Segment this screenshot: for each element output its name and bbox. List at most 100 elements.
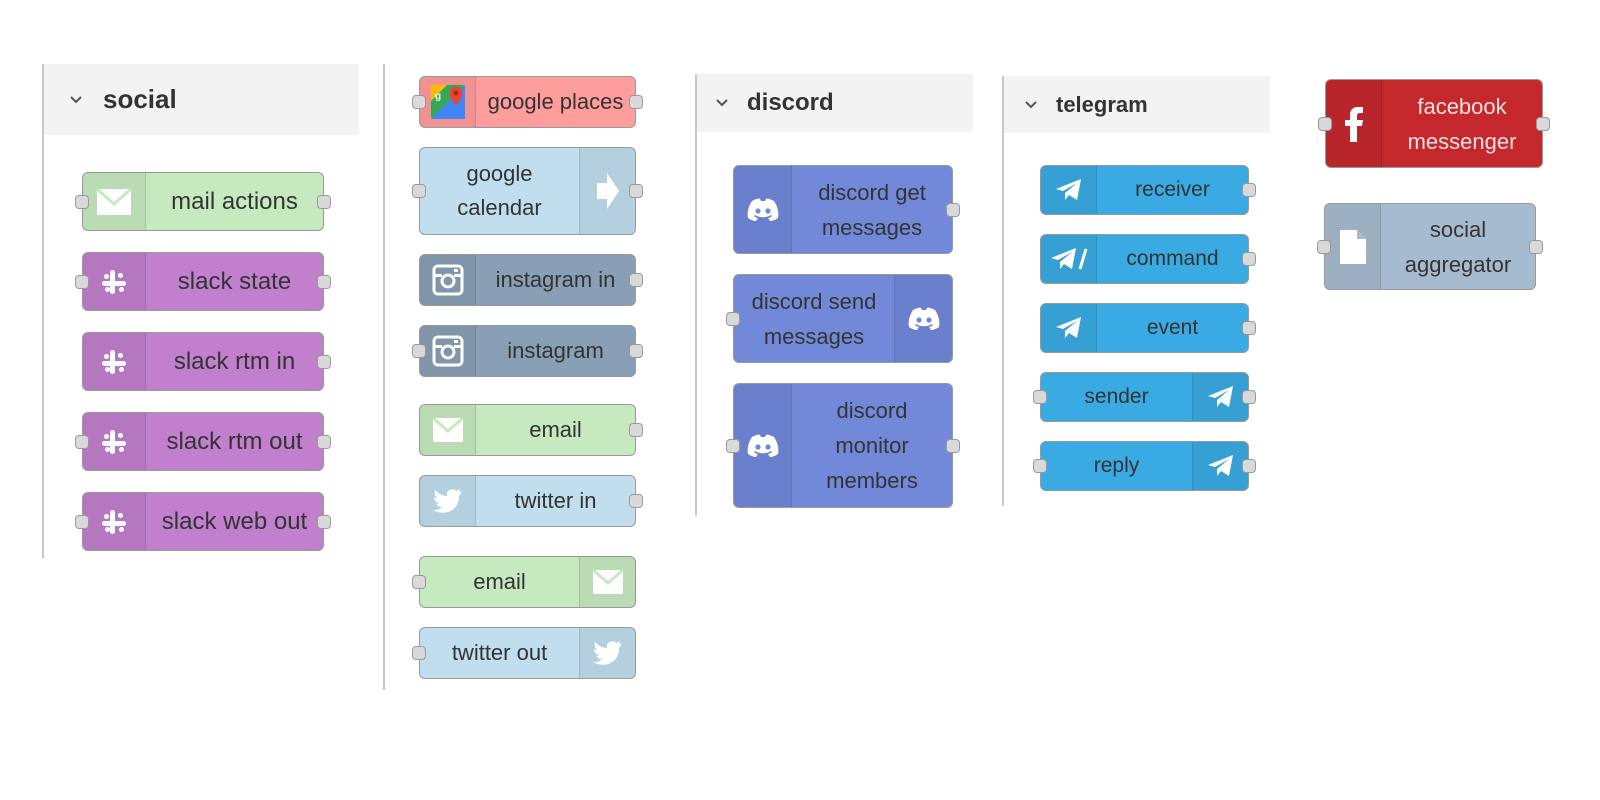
twitter-icon bbox=[420, 476, 476, 526]
input-port[interactable] bbox=[412, 95, 426, 109]
node-label: command bbox=[1126, 247, 1219, 270]
discord-divider bbox=[695, 74, 697, 516]
output-port[interactable] bbox=[629, 273, 643, 287]
discord-icon bbox=[734, 166, 792, 253]
node-telegram-reply[interactable]: reply bbox=[1033, 441, 1256, 491]
input-port[interactable] bbox=[1033, 459, 1047, 473]
envelope-icon bbox=[83, 173, 146, 230]
node-telegram-receiver[interactable]: receiver bbox=[1040, 165, 1256, 215]
category-header-telegram[interactable]: telegram bbox=[1004, 76, 1270, 133]
output-port[interactable] bbox=[946, 438, 960, 453]
input-port[interactable] bbox=[412, 344, 426, 358]
node-label: twitter out bbox=[451, 640, 548, 665]
node-google-calendar[interactable]: google calendar bbox=[412, 147, 643, 235]
output-port[interactable] bbox=[317, 194, 331, 209]
output-port[interactable] bbox=[317, 434, 331, 449]
output-port[interactable] bbox=[1536, 116, 1550, 131]
instagram-icon bbox=[420, 255, 476, 305]
node-twitter-in[interactable]: twitter in bbox=[419, 475, 643, 527]
output-port[interactable] bbox=[629, 344, 643, 358]
output-port[interactable] bbox=[317, 354, 331, 369]
category-title: discord bbox=[747, 89, 834, 116]
node-social-aggregator[interactable]: social aggregator bbox=[1317, 203, 1543, 290]
input-port[interactable] bbox=[412, 646, 426, 660]
node-mail-actions[interactable]: mail actions bbox=[75, 172, 331, 231]
output-port[interactable] bbox=[629, 494, 643, 508]
output-port[interactable] bbox=[1242, 252, 1256, 266]
category-header-discord[interactable]: discord bbox=[697, 74, 973, 132]
category-title: social bbox=[103, 84, 177, 114]
input-port[interactable] bbox=[1318, 116, 1332, 131]
node-label: reply bbox=[1093, 454, 1140, 477]
input-port[interactable] bbox=[75, 434, 89, 449]
output-port[interactable] bbox=[629, 184, 643, 198]
svg-text:g: g bbox=[435, 91, 441, 102]
input-port[interactable] bbox=[412, 575, 426, 589]
slack-icon bbox=[83, 333, 146, 390]
node-label: slack state bbox=[177, 267, 292, 295]
node-email-out[interactable]: email bbox=[412, 556, 636, 608]
input-port[interactable] bbox=[1317, 239, 1331, 254]
output-port[interactable] bbox=[946, 202, 960, 217]
node-facebook-messenger[interactable]: facebook messenger bbox=[1318, 79, 1550, 168]
category-title: telegram bbox=[1056, 91, 1148, 117]
node-label: discord get messages bbox=[818, 179, 926, 240]
node-label: facebook messenger bbox=[1407, 93, 1517, 154]
input-port[interactable] bbox=[75, 274, 89, 289]
output-port[interactable] bbox=[317, 514, 331, 529]
node-label: event bbox=[1146, 316, 1199, 339]
node-label: mail actions bbox=[171, 187, 298, 215]
envelope-icon bbox=[579, 557, 635, 607]
output-port[interactable] bbox=[629, 423, 643, 437]
output-port[interactable] bbox=[1529, 239, 1543, 254]
output-port[interactable] bbox=[317, 274, 331, 289]
node-telegram-event[interactable]: event bbox=[1040, 303, 1256, 353]
chevron-down-icon[interactable] bbox=[1016, 100, 1046, 110]
node-slack-rtm-in[interactable]: slack rtm in bbox=[82, 332, 331, 391]
arrow-right-icon bbox=[579, 148, 635, 234]
node-label: email bbox=[473, 569, 526, 594]
node-instagram-in[interactable]: instagram in bbox=[419, 254, 643, 306]
node-label: social aggregator bbox=[1404, 216, 1512, 277]
node-label: email bbox=[529, 417, 582, 442]
input-port[interactable] bbox=[412, 184, 426, 198]
input-port[interactable] bbox=[726, 438, 740, 453]
output-port[interactable] bbox=[1242, 390, 1256, 404]
node-telegram-sender[interactable]: sender bbox=[1033, 372, 1256, 422]
chevron-down-icon[interactable] bbox=[707, 98, 737, 108]
node-label: slack web out bbox=[161, 507, 308, 535]
telegram-icon bbox=[1192, 442, 1248, 490]
chevron-down-icon[interactable] bbox=[61, 95, 91, 105]
slack-icon bbox=[83, 413, 146, 470]
facebook-icon bbox=[1326, 80, 1382, 167]
node-google-places[interactable]: g google places bbox=[412, 76, 643, 128]
node-instagram[interactable]: instagram bbox=[412, 325, 643, 377]
input-port[interactable] bbox=[75, 194, 89, 209]
node-slack-rtm-out[interactable]: slack rtm out bbox=[75, 412, 331, 471]
node-discord-get-messages[interactable]: discord get messages bbox=[733, 165, 960, 254]
node-label: slack rtm in bbox=[173, 347, 296, 375]
node-slack-state[interactable]: slack state bbox=[75, 252, 331, 311]
node-email-in[interactable]: email bbox=[419, 404, 643, 456]
output-port[interactable] bbox=[1242, 183, 1256, 197]
node-slack-web-out[interactable]: slack web out bbox=[75, 492, 331, 551]
telegram-icon bbox=[1192, 373, 1248, 421]
input-port[interactable] bbox=[75, 514, 89, 529]
node-discord-monitor-members[interactable]: discord monitor members bbox=[726, 383, 960, 508]
node-label: google places bbox=[487, 89, 624, 114]
node-label: discord send messages bbox=[751, 288, 877, 349]
twitter-icon bbox=[579, 628, 635, 678]
category-header-social[interactable]: social bbox=[44, 64, 359, 135]
node-label: instagram bbox=[507, 338, 604, 363]
node-twitter-out[interactable]: twitter out bbox=[412, 627, 636, 679]
misc-divider bbox=[383, 64, 385, 690]
output-port[interactable] bbox=[1242, 459, 1256, 473]
output-port[interactable] bbox=[629, 95, 643, 109]
node-discord-send-messages[interactable]: discord send messages bbox=[726, 274, 953, 363]
instagram-icon bbox=[420, 326, 476, 376]
output-port[interactable] bbox=[1242, 321, 1256, 335]
input-port[interactable] bbox=[1033, 390, 1047, 404]
input-port[interactable] bbox=[726, 311, 740, 326]
node-label: discord monitor members bbox=[826, 398, 918, 493]
node-telegram-command[interactable]: command bbox=[1040, 234, 1256, 284]
